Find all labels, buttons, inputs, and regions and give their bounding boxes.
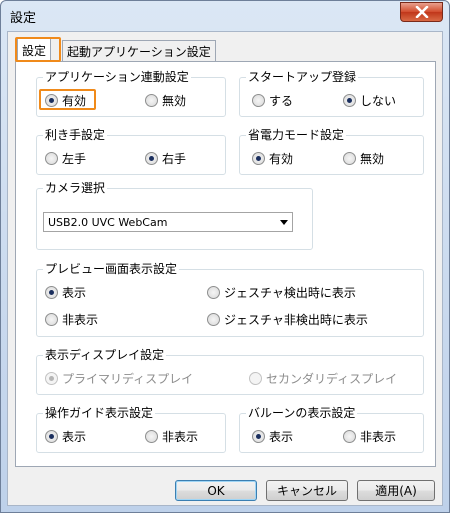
ok-button[interactable]: OK bbox=[175, 480, 257, 501]
radio-dot bbox=[249, 372, 262, 385]
radio-dot bbox=[45, 286, 58, 299]
radio-label: 表示 bbox=[62, 286, 87, 300]
radio-startup-yes[interactable]: する bbox=[252, 92, 293, 109]
radio-label: 無効 bbox=[360, 152, 385, 166]
radio-dot bbox=[343, 430, 356, 443]
dropdown-arrow-icon bbox=[280, 220, 288, 225]
radio-label: する bbox=[269, 94, 294, 108]
radio-label: 無効 bbox=[162, 94, 187, 108]
radio-app-link-enabled[interactable]: 有効 bbox=[45, 92, 86, 109]
camera-select-value: USB2.0 UVC WebCam bbox=[48, 215, 168, 229]
radio-startup-no[interactable]: しない bbox=[343, 92, 396, 109]
dialog-client-area: 設定 起動アプリケーション設定 アプリケーション連動設定 有効 無効 スタートア… bbox=[7, 31, 443, 506]
radio-label: しない bbox=[360, 94, 397, 108]
radio-dot bbox=[145, 430, 158, 443]
radio-dot bbox=[145, 94, 158, 107]
radio-primary-display[interactable]: プライマリディスプレイ bbox=[45, 370, 193, 387]
radio-secondary-display[interactable]: セカンダリディスプレイ bbox=[249, 370, 397, 387]
radio-balloon-show[interactable]: 表示 bbox=[252, 428, 293, 445]
radio-power-disabled[interactable]: 無効 bbox=[343, 150, 384, 167]
radio-label: 有効 bbox=[269, 152, 294, 166]
radio-app-link-disabled[interactable]: 無効 bbox=[145, 92, 186, 109]
close-button[interactable] bbox=[400, 2, 443, 22]
radio-dot bbox=[45, 372, 58, 385]
group-startup-title: スタートアップ登録 bbox=[246, 70, 359, 84]
group-display-title: 表示ディスプレイ設定 bbox=[43, 348, 167, 362]
radio-power-enabled[interactable]: 有効 bbox=[252, 150, 293, 167]
radio-label: 非表示 bbox=[162, 430, 199, 444]
group-guide: 操作ガイド表示設定 表示 非表示 bbox=[36, 406, 226, 453]
radio-dot bbox=[45, 430, 58, 443]
tab-settings[interactable]: 設定 bbox=[17, 37, 52, 62]
radio-dot bbox=[145, 152, 158, 165]
radio-label: 表示 bbox=[62, 430, 87, 444]
radio-preview-show[interactable]: 表示 bbox=[45, 284, 86, 301]
radio-label: 左手 bbox=[62, 152, 87, 166]
tab-startup-apps[interactable]: 起動アプリケーション設定 bbox=[62, 40, 216, 62]
tab-settings-label: 設定 bbox=[22, 43, 47, 58]
radio-preview-on-no-detect[interactable]: ジェスチャ非検出時に表示 bbox=[207, 311, 368, 328]
radio-left-hand[interactable]: 左手 bbox=[45, 150, 86, 167]
group-camera-title: カメラ選択 bbox=[43, 181, 108, 195]
group-handedness: 利き手設定 左手 右手 bbox=[36, 128, 226, 175]
close-icon bbox=[415, 6, 428, 18]
radio-label: プライマリディスプレイ bbox=[62, 372, 194, 386]
radio-dot bbox=[343, 94, 356, 107]
radio-guide-hide[interactable]: 非表示 bbox=[145, 428, 198, 445]
group-display: 表示ディスプレイ設定 プライマリディスプレイ セカンダリディスプレイ bbox=[36, 348, 424, 395]
radio-dot bbox=[45, 313, 58, 326]
group-preview: プレビュー画面表示設定 表示 ジェスチャ検出時に表示 非表示 ジェスチャ非検出時… bbox=[36, 262, 424, 337]
radio-label: 非表示 bbox=[360, 430, 397, 444]
apply-button[interactable]: 適用(A) bbox=[357, 480, 435, 501]
group-app-link-title: アプリケーション連動設定 bbox=[43, 70, 191, 84]
group-power-mode-title: 省電力モード設定 bbox=[246, 128, 347, 142]
radio-label: ジェスチャ検出時に表示 bbox=[224, 286, 356, 300]
radio-dot bbox=[252, 94, 265, 107]
group-startup: スタートアップ登録 する しない bbox=[239, 70, 424, 117]
radio-right-hand[interactable]: 右手 bbox=[145, 150, 186, 167]
group-balloon-title: バルーンの表示設定 bbox=[246, 406, 358, 420]
radio-dot bbox=[252, 430, 265, 443]
group-preview-title: プレビュー画面表示設定 bbox=[43, 262, 180, 276]
radio-label: ジェスチャ非検出時に表示 bbox=[224, 313, 368, 327]
radio-dot bbox=[207, 313, 220, 326]
tab-startup-apps-label: 起動アプリケーション設定 bbox=[67, 45, 211, 59]
settings-tab-panel: アプリケーション連動設定 有効 無効 スタートアップ登録 する しない 利き手設… bbox=[15, 61, 436, 467]
radio-label: 右手 bbox=[162, 152, 187, 166]
radio-balloon-hide[interactable]: 非表示 bbox=[343, 428, 396, 445]
group-power-mode: 省電力モード設定 有効 無効 bbox=[239, 128, 424, 175]
radio-label: 表示 bbox=[269, 430, 294, 444]
radio-label: セカンダリディスプレイ bbox=[266, 372, 398, 386]
group-app-link: アプリケーション連動設定 有効 無効 bbox=[36, 70, 226, 117]
group-guide-title: 操作ガイド表示設定 bbox=[43, 406, 156, 420]
radio-dot bbox=[207, 286, 220, 299]
radio-label: 有効 bbox=[62, 94, 87, 108]
radio-preview-on-detect[interactable]: ジェスチャ検出時に表示 bbox=[207, 284, 356, 301]
radio-guide-show[interactable]: 表示 bbox=[45, 428, 86, 445]
radio-label: 非表示 bbox=[62, 313, 99, 327]
radio-preview-hide[interactable]: 非表示 bbox=[45, 311, 98, 328]
radio-dot bbox=[45, 94, 58, 107]
title-bar[interactable]: 設定 bbox=[1, 1, 449, 29]
radio-dot bbox=[45, 152, 58, 165]
cancel-button[interactable]: キャンセル bbox=[266, 480, 348, 501]
radio-dot bbox=[252, 152, 265, 165]
settings-dialog: 設定 設定 起動アプリケーション設定 アプリケーション連動設定 有効 無効 スタ… bbox=[0, 0, 450, 513]
group-handedness-title: 利き手設定 bbox=[43, 128, 108, 142]
group-balloon: バルーンの表示設定 表示 非表示 bbox=[239, 406, 424, 453]
radio-dot bbox=[343, 152, 356, 165]
group-camera: カメラ選択 USB2.0 UVC WebCam bbox=[36, 181, 313, 250]
camera-select[interactable]: USB2.0 UVC WebCam bbox=[43, 212, 293, 232]
window-title: 設定 bbox=[10, 11, 37, 26]
